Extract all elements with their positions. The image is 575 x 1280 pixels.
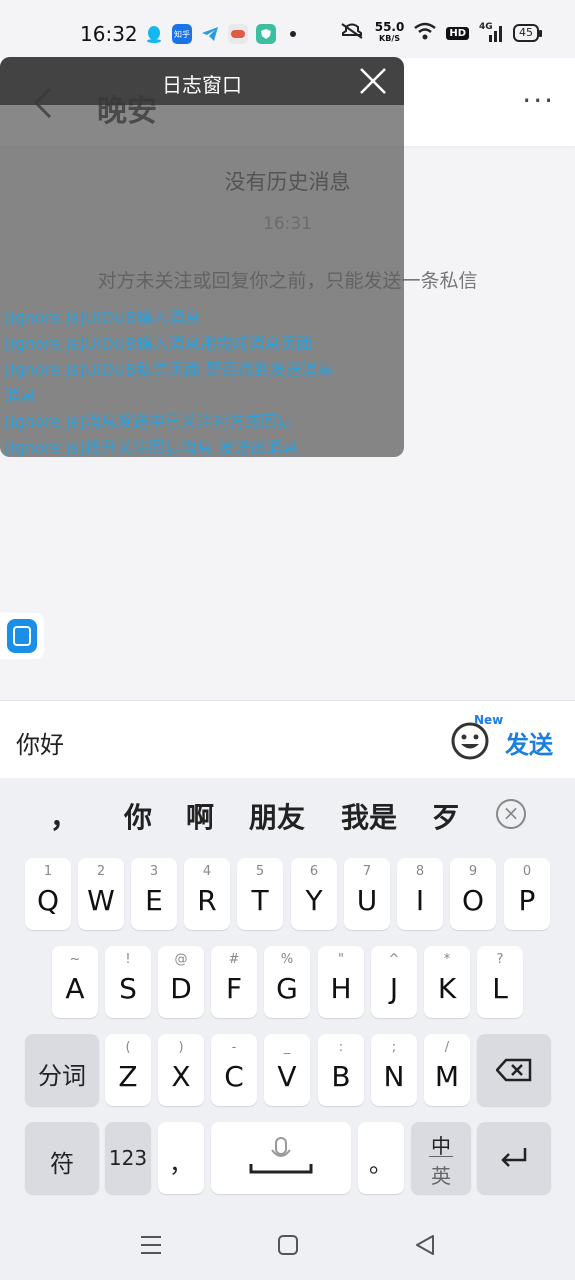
mute-icon <box>339 22 365 44</box>
candidate-item[interactable]: ， <box>50 796 78 836</box>
log-window[interactable]: 日志窗口 [ignore.js]UIDUB输入消息 [ignore.js]UID… <box>0 57 404 457</box>
wifi-icon <box>414 22 437 44</box>
notification-icons: 知乎 <box>144 24 296 44</box>
message-input-bar: 你好 New 发送 <box>0 700 575 778</box>
key-x[interactable]: ) X <box>158 1034 204 1106</box>
message-input[interactable]: 你好 <box>16 725 64 760</box>
key-m[interactable]: / M <box>424 1034 470 1106</box>
automation-app-icon <box>7 619 37 653</box>
key-v[interactable]: _ V <box>264 1034 310 1106</box>
numbers-key[interactable]: 123 <box>105 1122 151 1194</box>
candidate-item[interactable]: 我是 <box>341 796 397 836</box>
shield-icon <box>256 24 276 44</box>
symbols-key[interactable]: 符 <box>25 1122 99 1194</box>
key-a[interactable]: ~ A <box>52 946 98 1018</box>
more-options-icon[interactable]: ··· <box>522 87 555 115</box>
log-line: [ignore.js]找开关注回复消息 发送出消息 <box>4 438 299 457</box>
fenci-key[interactable]: 分词 <box>25 1034 99 1106</box>
close-candidates-icon[interactable]: × <box>496 799 526 829</box>
back-nav-icon[interactable] <box>414 1234 436 1260</box>
enter-icon <box>499 1146 529 1174</box>
period-key[interactable]: 。 <box>358 1122 404 1194</box>
key-q[interactable]: 1Q <box>25 858 71 930</box>
key-o[interactable]: 9O <box>450 858 496 930</box>
key-p[interactable]: 0P <box>504 858 550 930</box>
log-line: 消息 <box>4 386 37 405</box>
key-s[interactable]: ! S <box>105 946 151 1018</box>
key-c[interactable]: -C <box>211 1034 257 1106</box>
candidate-item[interactable]: 朋友 <box>249 796 305 836</box>
menu-nav-icon[interactable] <box>140 1234 162 1260</box>
key-w[interactable]: 2W <box>78 858 124 930</box>
key-u[interactable]: 7U <box>344 858 390 930</box>
hd-badge: HD <box>446 26 469 40</box>
zhihu-icon: 知乎 <box>172 24 192 44</box>
key-e[interactable]: 3E <box>131 858 177 930</box>
key-h[interactable]: " H <box>318 946 364 1018</box>
key-k[interactable]: * K <box>424 946 470 1018</box>
status-time: 16:32 <box>80 22 138 46</box>
log-line: [ignore.js]UIDUB私信页面 是否找到发送消息 <box>4 360 334 379</box>
log-window-title: 日志窗口 <box>162 73 242 97</box>
more-notifications-dot <box>290 31 296 37</box>
key-l[interactable]: ? L <box>477 946 523 1018</box>
microphone-icon <box>247 1136 315 1182</box>
game-icon <box>228 24 248 44</box>
telegram-icon <box>200 24 220 44</box>
key-t[interactable]: 5T <box>237 858 283 930</box>
key-f[interactable]: # F <box>211 946 257 1018</box>
key-d[interactable]: @ D <box>158 946 204 1018</box>
space-key[interactable] <box>211 1122 351 1194</box>
new-badge: New <box>474 713 504 727</box>
emoji-icon[interactable] <box>450 721 490 761</box>
key-g[interactable]: % G <box>264 946 310 1018</box>
candidate-item[interactable]: 啊 <box>186 796 214 836</box>
candidate-item[interactable]: 歹 <box>432 796 460 836</box>
language-switch-key[interactable]: 中 英 <box>411 1122 471 1194</box>
key-n[interactable]: ; N <box>371 1034 417 1106</box>
keyboard: ， 你 啊 朋友 我是 歹 × 1Q 2W 3E 4R 5T 6Y 7U 8I … <box>0 778 575 1218</box>
key-z[interactable]: (Z <box>105 1034 151 1106</box>
home-nav-icon[interactable] <box>277 1234 299 1260</box>
log-window-titlebar[interactable]: 日志窗口 <box>0 57 404 105</box>
backspace-key[interactable] <box>477 1034 551 1106</box>
signal-icon: 4G <box>479 22 503 42</box>
key-r[interactable]: 4R <box>184 858 230 930</box>
floating-app-button[interactable] <box>0 613 44 659</box>
battery-indicator: 45 <box>513 24 542 42</box>
key-i[interactable]: 8I <box>397 858 443 930</box>
comma-key[interactable]: ， <box>158 1122 204 1194</box>
log-line: [ignore.js]UIDUB输入消息用完成消息页面 <box>4 334 313 353</box>
close-icon[interactable] <box>358 66 388 96</box>
key-y[interactable]: 6Y <box>291 858 337 930</box>
candidate-bar: ， 你 啊 朋友 我是 歹 × <box>0 778 575 852</box>
enter-key[interactable] <box>477 1122 551 1194</box>
log-line: [ignore.js]消息发送中已关注对方或回复 <box>4 412 293 431</box>
backspace-icon <box>495 1058 532 1086</box>
log-line: [ignore.js]UIDUB输入消息 <box>4 308 201 327</box>
qq-icon <box>144 24 164 44</box>
network-speed: 55.0 KB/S <box>374 20 405 43</box>
status-bar: 16:32 知乎 55.0 KB/S HD 4G 45 <box>0 0 575 58</box>
status-indicators: 55.0 KB/S HD 4G 45 <box>339 20 542 44</box>
send-button[interactable]: 发送 <box>505 725 553 760</box>
candidate-item[interactable]: 你 <box>124 796 152 836</box>
key-b[interactable]: :B <box>318 1034 364 1106</box>
navigation-bar <box>0 1218 575 1280</box>
key-j[interactable]: ^ J <box>371 946 417 1018</box>
log-lines: [ignore.js]UIDUB输入消息 [ignore.js]UIDUB输入消… <box>4 305 400 457</box>
